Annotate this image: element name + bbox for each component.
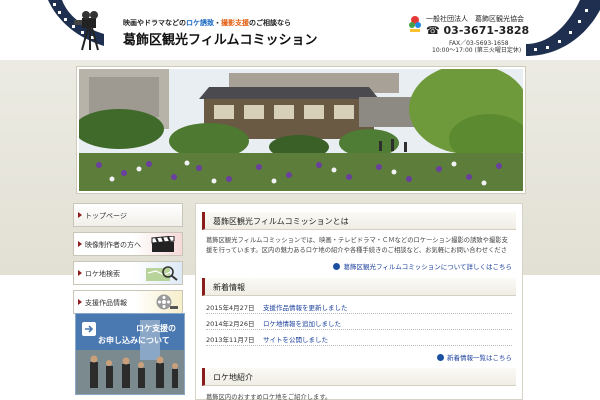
main-content: 葛飾区観光フィルムコミッションとは 葛飾区観光フィルムコミッションでは、映画・テ… xyxy=(195,203,523,400)
clapperboard-icon xyxy=(151,236,175,252)
list-item: 2014年2月26日 ロケ地情報を追加しました xyxy=(206,314,512,330)
header-tagline: 映画やドラマなどのロケ誘致・撮影支援のご相談なら xyxy=(123,18,291,28)
site-title[interactable]: 葛飾区観光フィルムコミッション xyxy=(123,29,317,48)
sidebar-item-location-search[interactable]: ロケ地検索 xyxy=(73,261,183,285)
business-hours: 10:00〜17:00 (第三火曜日定休) xyxy=(432,47,522,54)
more-link-text: 葛飾区観光フィルムコミッションについて詳しくはこちら xyxy=(343,263,512,271)
circle-arrow-icon xyxy=(437,354,444,361)
banner-line2: お申し込みについて xyxy=(98,336,170,345)
section-heading-about: 葛飾区観光フィルムコミッションとは xyxy=(202,212,516,230)
film-strip-camera-icon xyxy=(48,0,104,51)
sidebar-item-top[interactable]: トップページ xyxy=(73,203,183,227)
site-header: 映画やドラマなどのロケ誘致・撮影支援のご相談なら 葛飾区観光フィルムコミッション… xyxy=(0,0,600,60)
organization-name: 一般社団法人 葛飾区観光協会 xyxy=(426,15,524,23)
tagline-filming-support: 撮影支援 xyxy=(221,19,249,27)
more-link-text: 新着情報一覧はこちら xyxy=(447,354,512,362)
tagline-separator: ・ xyxy=(214,19,221,27)
news-list: 2015年4月27日 支援作品情報を更新しました 2014年2月26日 ロケ地情… xyxy=(206,298,512,346)
arrow-right-icon xyxy=(78,212,82,218)
circle-arrow-icon xyxy=(333,263,341,270)
section-title-text: ロケ地紹介 xyxy=(213,373,253,382)
tourism-association-logo-icon xyxy=(409,16,421,32)
sidebar-nav: トップページ 映像制作者の方へ ロケ地検索 支援作品情報 xyxy=(73,203,187,319)
sidebar-item-producers[interactable]: 映像制作者の方へ xyxy=(73,232,183,256)
news-link[interactable]: サイトを公開しました xyxy=(263,334,328,344)
film-reel-icon xyxy=(156,294,178,310)
tagline-location-attraction: ロケ誘致 xyxy=(186,19,214,27)
sidebar-item-label: 支援作品情報 xyxy=(85,299,127,307)
phone-number: ☎ 03-3671-3828 xyxy=(426,24,530,37)
hero-frame xyxy=(76,66,526,194)
news-date: 2014年2月26日 xyxy=(206,320,255,328)
list-item: 2013年11月7日 サイトを公開しました xyxy=(206,330,512,346)
list-item: 2015年4月27日 支援作品情報を更新しました xyxy=(206,298,512,314)
tagline-suffix: のご相談なら xyxy=(249,19,291,27)
sidebar-item-label: 映像制作者の方へ xyxy=(85,241,141,249)
film-strip-icon xyxy=(526,0,600,56)
sidebar-item-supported-works[interactable]: 支援作品情報 xyxy=(73,290,183,314)
about-more-link[interactable]: 葛飾区観光フィルムコミッションについて詳しくはこちら xyxy=(333,261,512,271)
arrow-right-icon xyxy=(78,270,82,276)
section-heading-locations: ロケ地紹介 xyxy=(202,368,516,386)
news-date: 2015年4月27日 xyxy=(206,304,255,312)
news-link[interactable]: 支援作品情報を更新しました xyxy=(263,302,348,312)
hero-photo xyxy=(79,69,523,191)
section-title-text: 新着情報 xyxy=(213,283,245,292)
news-list-link[interactable]: 新着情報一覧はこちら xyxy=(437,352,512,362)
sidebar-item-label: トップページ xyxy=(85,212,127,220)
tagline-prefix: 映画やドラマなどの xyxy=(123,19,186,27)
locations-intro: 葛飾区内のおすすめロケ地をご紹介します。 xyxy=(206,394,332,400)
section-heading-news: 新着情報 xyxy=(202,278,516,296)
arrow-right-icon xyxy=(78,299,82,305)
banner-line1: ロケ支援の xyxy=(136,324,176,333)
news-link[interactable]: ロケ地情報を追加しました xyxy=(263,318,341,328)
news-more-row: 新着情報一覧はこちら xyxy=(206,351,512,364)
news-date: 2013年11月7日 xyxy=(206,336,255,344)
section-title-text: 葛飾区観光フィルムコミッションとは xyxy=(213,217,349,226)
magnifier-map-icon xyxy=(146,266,178,281)
more-link-row: 葛飾区観光フィルムコミッションについて詳しくはこちら xyxy=(206,260,512,273)
arrow-right-icon xyxy=(78,241,82,247)
location-application-banner[interactable]: ロケ支援の お申し込みについて xyxy=(75,313,185,395)
sidebar-item-label: ロケ地検索 xyxy=(85,270,120,278)
iris-garden-image xyxy=(79,69,523,191)
intro-paragraph: 葛飾区観光フィルムコミッションでは、映画・テレビドラマ・ＣＭなどのロケーション撮… xyxy=(206,237,508,254)
